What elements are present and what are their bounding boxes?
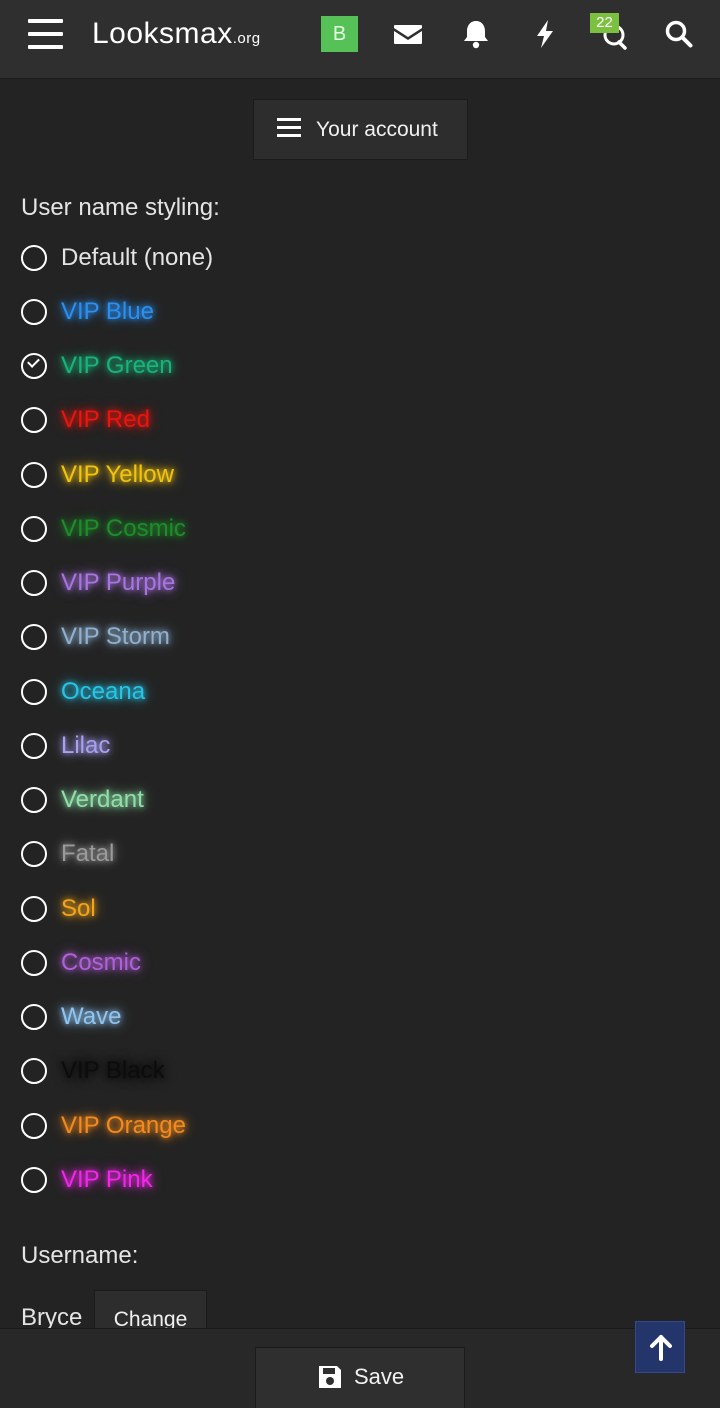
option-label: Wave	[61, 1003, 122, 1030]
bell-icon[interactable]	[458, 16, 494, 52]
option-label: VIP Red	[61, 406, 150, 433]
top-navigation-bar: Looksmax.org B 22	[0, 0, 720, 79]
radio-button[interactable]	[21, 841, 47, 867]
option-label: VIP Cosmic	[61, 515, 186, 542]
styling-option[interactable]: VIP Blue	[21, 295, 421, 329]
styling-option[interactable]: VIP Storm	[21, 620, 421, 654]
radio-button[interactable]	[21, 570, 47, 596]
radio-button[interactable]	[21, 1167, 47, 1193]
option-label: Oceana	[61, 678, 146, 705]
styling-option[interactable]: VIP Pink	[21, 1163, 421, 1197]
option-label: Fatal	[61, 840, 115, 867]
radio-button[interactable]	[21, 733, 47, 759]
option-label: VIP Green	[61, 352, 173, 379]
menu-icon	[277, 118, 301, 138]
menu-icon[interactable]	[28, 19, 64, 49]
checkmark-icon	[27, 355, 40, 368]
option-label: VIP Purple	[61, 569, 176, 596]
styling-option[interactable]: VIP Orange	[21, 1109, 421, 1143]
styling-option[interactable]: VIP Green	[21, 349, 421, 383]
option-label: Verdant	[61, 786, 144, 813]
radio-button[interactable]	[21, 1058, 47, 1084]
mail-icon[interactable]	[390, 16, 426, 52]
form-submit-bar: Save	[0, 1328, 720, 1408]
styling-option[interactable]: VIP Red	[21, 403, 421, 437]
styling-option[interactable]: Fatal	[21, 837, 421, 871]
radio-button[interactable]	[21, 1004, 47, 1030]
styling-option[interactable]: VIP Black	[21, 1054, 421, 1088]
styling-option[interactable]: Wave	[21, 1000, 421, 1034]
site-logo[interactable]: Looksmax.org	[92, 14, 261, 54]
arrow-up-icon	[650, 1335, 672, 1361]
styling-option[interactable]: Verdant	[21, 783, 421, 817]
option-label: VIP Pink	[61, 1166, 153, 1193]
save-label: Save	[354, 1364, 405, 1389]
option-label: Lilac	[61, 732, 111, 759]
logo-suffix: .org	[232, 30, 261, 47]
styling-option[interactable]: VIP Purple	[21, 566, 421, 600]
styling-option[interactable]: Oceana	[21, 675, 421, 709]
your-account-button[interactable]: Your account	[253, 99, 468, 160]
option-label: Cosmic	[61, 949, 142, 976]
logo-main: Looksmax	[92, 17, 233, 50]
save-button[interactable]: Save	[255, 1347, 465, 1408]
radio-button[interactable]	[21, 679, 47, 705]
option-label: VIP Yellow	[61, 461, 174, 488]
styling-option[interactable]: Lilac	[21, 729, 421, 763]
radio-button[interactable]	[21, 787, 47, 813]
styling-option[interactable]: VIP Cosmic	[21, 512, 421, 546]
option-label: VIP Blue	[61, 298, 154, 325]
radio-button[interactable]	[21, 624, 47, 650]
option-label: VIP Orange	[61, 1112, 186, 1139]
your-account-label: Your account	[316, 118, 438, 141]
option-label: VIP Black	[61, 1057, 165, 1084]
radio-button[interactable]	[21, 353, 47, 379]
option-label: VIP Storm	[61, 623, 170, 650]
chat-badge: 22	[590, 13, 619, 33]
radio-button[interactable]	[21, 950, 47, 976]
styling-option[interactable]: Sol	[21, 892, 421, 926]
option-label: Sol	[61, 895, 96, 922]
radio-button[interactable]	[21, 516, 47, 542]
radio-button[interactable]	[21, 299, 47, 325]
user-name-styling-label: User name styling:	[21, 194, 220, 221]
avatar[interactable]: B	[321, 16, 358, 52]
radio-button[interactable]	[21, 245, 47, 271]
scroll-to-top-button[interactable]	[635, 1321, 685, 1373]
radio-button[interactable]	[21, 407, 47, 433]
radio-button[interactable]	[21, 1113, 47, 1139]
lightning-icon[interactable]	[527, 16, 563, 52]
radio-button[interactable]	[21, 896, 47, 922]
search-icon[interactable]	[661, 16, 697, 52]
styling-option[interactable]: VIP Yellow	[21, 458, 421, 492]
styling-option[interactable]: Cosmic	[21, 946, 421, 980]
save-icon	[319, 1366, 341, 1388]
username-label: Username:	[21, 1242, 139, 1269]
option-label: Default (none)	[61, 244, 214, 271]
styling-option[interactable]: Default (none)	[21, 241, 421, 275]
radio-button[interactable]	[21, 462, 47, 488]
